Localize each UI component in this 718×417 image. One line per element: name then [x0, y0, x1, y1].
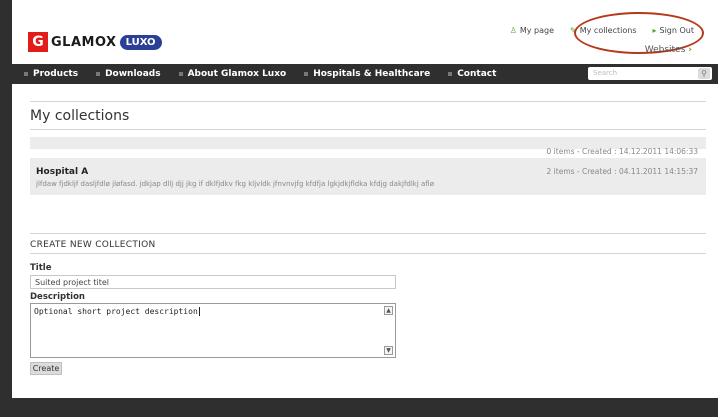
collection-name[interactable]: Hospital A	[36, 167, 88, 177]
nav-item-downloads[interactable]: Downloads	[96, 69, 161, 79]
collection-row[interactable]	[30, 158, 706, 195]
my-page-link[interactable]: ♙ My page	[510, 26, 554, 35]
search-placeholder: Search	[593, 69, 618, 77]
my-page-label: My page	[519, 26, 555, 35]
text-caret	[198, 307, 200, 316]
nav-item-label: About Glamox Luxo	[187, 69, 287, 79]
nav-item-hospitals[interactable]: Hospitals & Healthcare	[304, 69, 430, 79]
nav-bullet-icon	[178, 72, 183, 76]
collection-meta: 2 items - Created : 04.11.2011 14:15:37	[546, 167, 698, 176]
description-text: Optional short project description	[34, 307, 200, 316]
create-collection-heading: CREATE NEW COLLECTION	[30, 240, 156, 250]
logo-wordmark: GLAMOX	[51, 34, 117, 50]
main-navbar: Products Downloads About Glamox Luxo Hos…	[12, 64, 718, 84]
nav-bullet-icon	[304, 72, 309, 76]
nav-item-label: Contact	[457, 69, 497, 79]
textarea-scrollbar[interactable]: ▲ ▼	[384, 306, 393, 355]
scroll-up-icon[interactable]: ▲	[384, 306, 393, 315]
nav-item-contact[interactable]: Contact	[448, 69, 496, 79]
glamox-luxo-logo[interactable]: G GLAMOX LUXO	[28, 32, 162, 52]
search-input[interactable]: Search ⚲	[588, 67, 712, 80]
nav-bullet-icon	[448, 72, 453, 76]
logo-luxo-badge: LUXO	[119, 34, 162, 50]
title-label: Title	[30, 263, 52, 273]
nav-item-products[interactable]: Products	[24, 69, 78, 79]
create-button[interactable]: Create	[30, 362, 62, 375]
page: G GLAMOX LUXO ♙ My page ✎ My collections ▸…	[0, 0, 718, 417]
collection-description: jlfdaw fjdkljf dasljfdlø jløfasd. jdkjap…	[36, 180, 435, 188]
divider	[30, 101, 706, 102]
nav-item-label: Hospitals & Healthcare	[313, 69, 431, 79]
nav-bullet-icon	[96, 72, 101, 76]
person-icon: ♙	[509, 26, 517, 35]
description-label: Description	[30, 292, 85, 302]
page-title: My collections	[30, 108, 130, 124]
search-icon[interactable]: ⚲	[698, 68, 710, 79]
title-input[interactable]: Suited project titel	[30, 275, 396, 289]
websites-label: Websites	[644, 45, 686, 55]
nav-bullet-icon	[24, 72, 28, 76]
divider	[30, 129, 706, 130]
logo-g-mark: G	[28, 32, 48, 52]
divider	[30, 233, 706, 234]
nav-item-about[interactable]: About Glamox Luxo	[178, 69, 287, 79]
divider	[30, 253, 706, 254]
nav-item-label: Downloads	[105, 69, 161, 79]
nav-item-label: Products	[33, 69, 79, 79]
scroll-down-icon[interactable]: ▼	[384, 346, 393, 355]
left-border-strip	[0, 0, 12, 417]
chevron-right-icon: ›	[688, 45, 692, 55]
description-value: Optional short project description	[34, 307, 198, 316]
footer-bar	[0, 398, 718, 417]
websites-link[interactable]: Websites ›	[645, 45, 692, 55]
description-textarea[interactable]: Optional short project description ▲ ▼	[30, 303, 396, 358]
collection-meta: 0 items - Created : 14.12.2011 14:06:33	[546, 147, 698, 156]
